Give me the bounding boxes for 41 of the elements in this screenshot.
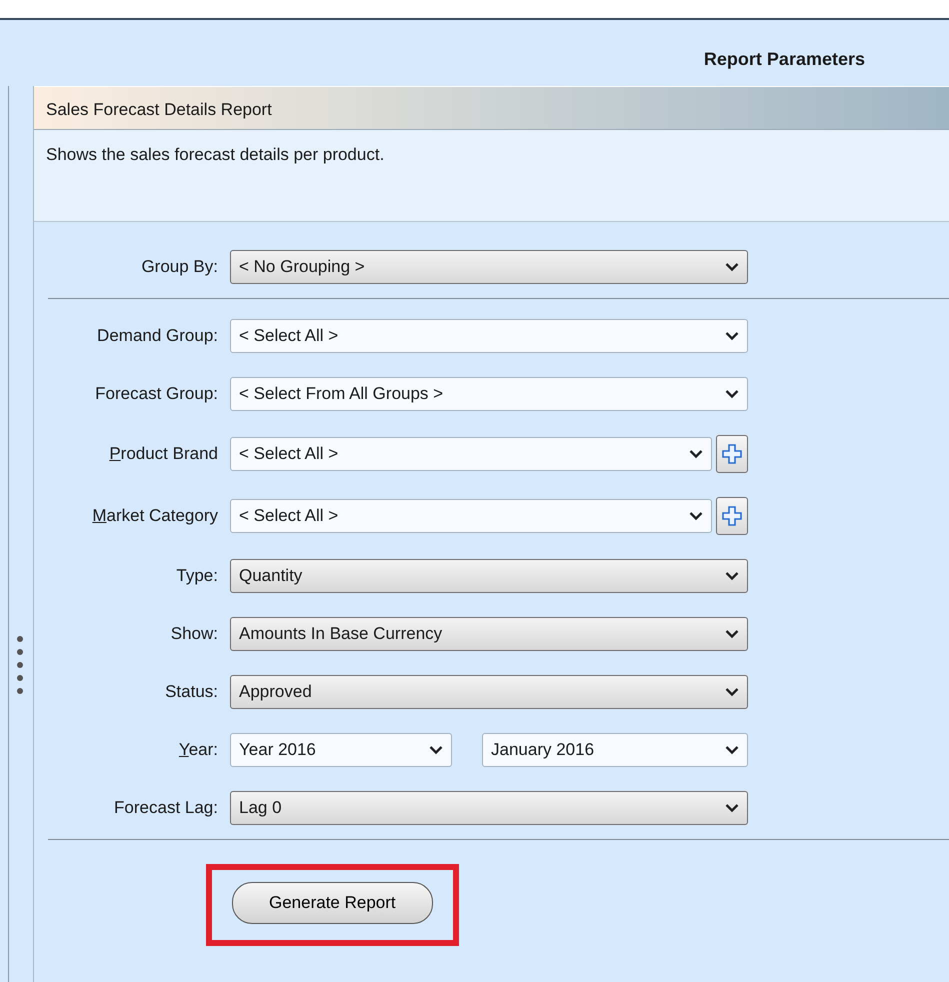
chevron-icon [689, 449, 703, 459]
chevron-icon [689, 511, 703, 521]
dropdown[interactable]: Amounts In Base Currency [230, 617, 748, 651]
chevron-icon [725, 389, 739, 399]
dropdown[interactable]: < Select From All Groups > [230, 377, 748, 411]
chevron-icon [429, 745, 443, 755]
dropdown[interactable]: Quantity [230, 559, 748, 593]
chevron-icon [725, 803, 739, 813]
field-label: Forecast Group: [94, 383, 218, 406]
chevron-icon [725, 745, 739, 755]
add-button[interactable] [716, 497, 748, 535]
chevron-icon [725, 687, 739, 697]
chevron-icon [725, 571, 739, 581]
field-label: Status: [164, 681, 218, 704]
add-button[interactable] [716, 435, 748, 473]
field-label: Product Brand [108, 443, 218, 466]
chevron-icon [725, 262, 739, 272]
field-label: Year: [178, 739, 218, 762]
dropdown[interactable]: < Select All > [230, 437, 712, 471]
dropdown[interactable]: < No Grouping > [230, 250, 748, 284]
generate-report-button[interactable]: Generate Report [232, 882, 433, 924]
report-description: Shows the sales forecast details per product. [46, 145, 384, 164]
field-label: Forecast Lag: [113, 797, 218, 820]
splitter-grip-icon[interactable] [16, 635, 24, 695]
chevron-icon [725, 629, 739, 639]
plus-icon [722, 444, 742, 464]
dropdown[interactable]: Year 2016 [230, 733, 452, 767]
field-label: Show: [170, 623, 218, 646]
dropdown[interactable]: January 2016 [482, 733, 748, 767]
field-label: Type: [175, 565, 218, 588]
field-label: Market Category [91, 505, 218, 528]
header-title: Report Parameters [704, 48, 865, 71]
report-title: Sales Forecast Details Report [46, 100, 272, 119]
dropdown[interactable]: < Select All > [230, 319, 748, 353]
dropdown[interactable]: Approved [230, 675, 748, 709]
field-label: Demand Group: [96, 325, 218, 348]
dropdown[interactable]: < Select All > [230, 499, 712, 533]
field-label: Group By: [140, 256, 218, 278]
dropdown[interactable]: Lag 0 [230, 791, 748, 825]
plus-icon [722, 506, 742, 526]
chevron-icon [725, 331, 739, 341]
